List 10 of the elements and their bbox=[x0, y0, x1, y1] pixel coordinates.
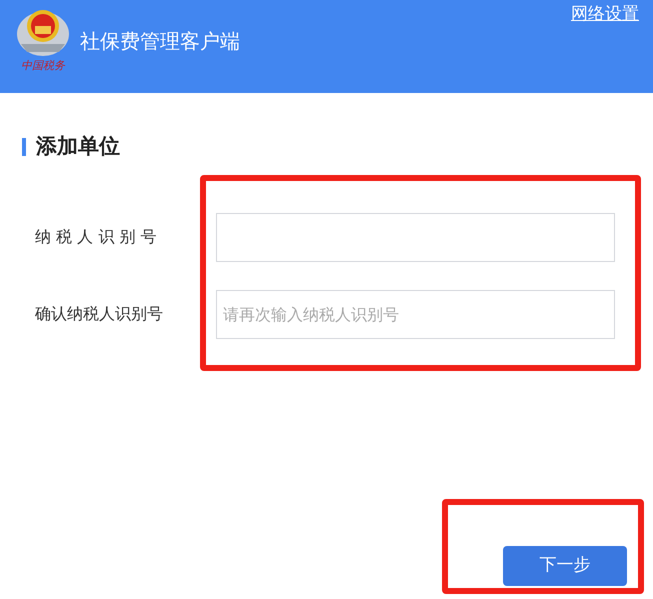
app-title: 社保费管理客户端 bbox=[80, 28, 240, 55]
next-button[interactable]: 下一步 bbox=[503, 546, 627, 586]
input-field[interactable]: 请再次输入纳税人识别号 bbox=[216, 290, 615, 338]
field-label: 确认纳税人识别号 bbox=[35, 303, 164, 325]
network-settings-link[interactable]: 网络设置 bbox=[571, 2, 639, 28]
logo-text: 中国税务 bbox=[21, 60, 65, 71]
section-marker bbox=[22, 138, 26, 156]
input-field[interactable] bbox=[216, 212, 615, 262]
section-title: 添加单位 bbox=[36, 133, 120, 160]
field-label: 纳 税 人 识 别 号 bbox=[35, 226, 158, 248]
